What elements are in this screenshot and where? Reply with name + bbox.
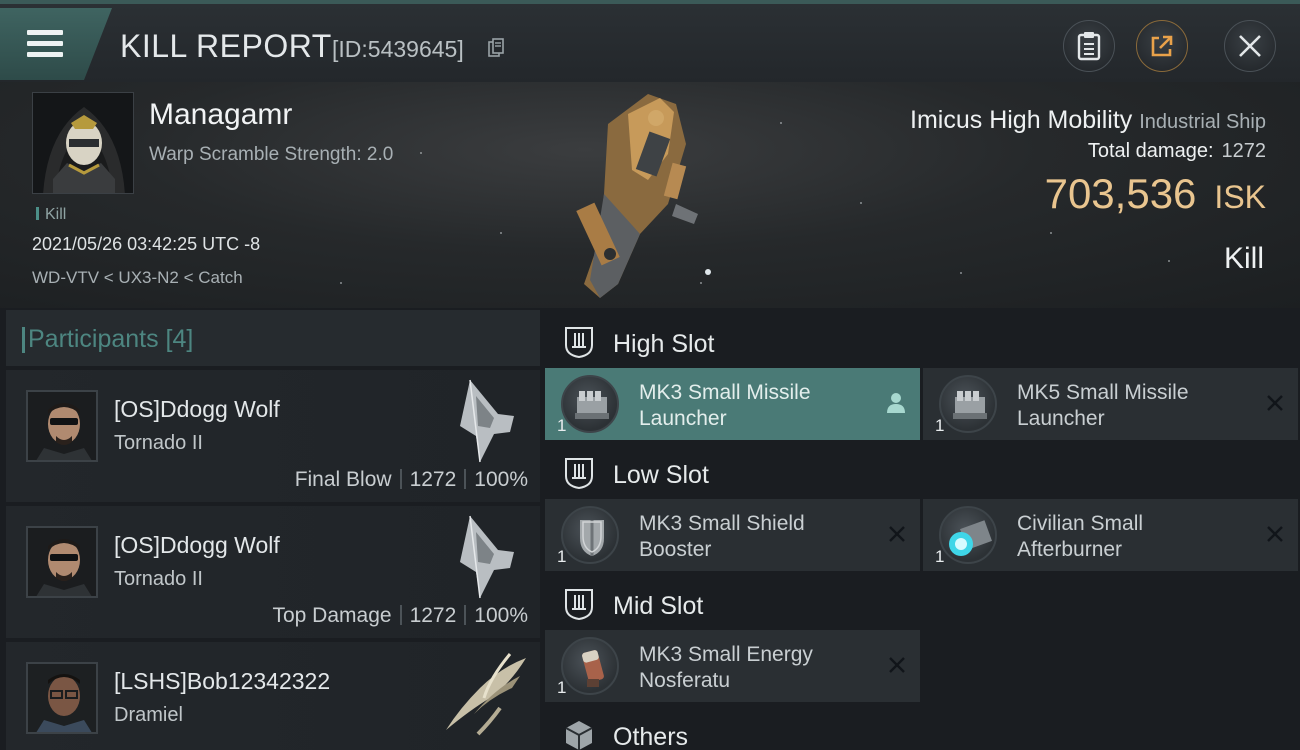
victim-avatar[interactable]	[32, 92, 134, 194]
copy-icon[interactable]	[488, 38, 504, 58]
missile-launcher-icon	[939, 375, 997, 433]
shield-slot-icon	[565, 589, 593, 621]
others-header: Others	[545, 709, 1300, 750]
participant-row[interactable]: [OS]Ddogg Wolf Tornado II Top Damage 1272…	[6, 506, 540, 638]
participant-damage: 1272	[409, 604, 457, 627]
isk-amount: 703,536	[1044, 170, 1197, 217]
mid-slot-header: Mid Slot	[545, 578, 1300, 628]
close-button[interactable]	[1224, 20, 1276, 72]
stat-divider	[464, 469, 467, 489]
participant-stats: Top Damage 1272 100%	[272, 604, 528, 628]
participant-avatar[interactable]	[26, 390, 98, 462]
warp-scramble-strength: Warp Scramble Strength: 2.0	[149, 144, 394, 165]
share-button[interactable]	[1136, 20, 1188, 72]
victim-name: Managamr	[149, 98, 293, 131]
high-slot-label: High Slot	[613, 330, 715, 358]
menu-button[interactable]	[0, 8, 112, 80]
ship-class: Industrial Ship	[1139, 111, 1266, 133]
participant-name: [OS]Ddogg Wolf	[114, 396, 280, 422]
module-quantity: 1	[557, 547, 567, 566]
module-name: MK3 Small Energy Nosferatu	[639, 643, 813, 692]
participant-percent: 100%	[474, 468, 528, 491]
participant-avatar[interactable]	[26, 662, 98, 734]
afterburner-icon	[939, 506, 997, 564]
module-quantity: 1	[935, 416, 945, 435]
victim-ship-name: Imicus High Mobility Industrial Ship	[910, 106, 1266, 135]
energy-nosferatu-icon	[561, 637, 619, 695]
others-label: Others	[613, 723, 689, 750]
close-icon	[1239, 35, 1261, 57]
participant-name: [LSHS]Bob12342322	[114, 668, 331, 694]
page-title: KILL REPORT	[120, 28, 332, 64]
participant-ship: Dramiel	[114, 704, 183, 726]
module-item[interactable]: 1 MK3 Small Shield Booster	[545, 499, 920, 571]
participants-header: Participants [4]	[6, 310, 540, 366]
total-damage-value: 1272	[1221, 140, 1267, 162]
module-name: MK5 Small Missile Launcher	[1017, 381, 1189, 430]
isk-unit: ISK	[1214, 179, 1266, 215]
kill-result: Kill	[1223, 242, 1264, 275]
kill-location: WD-VTV < UX3-N2 < Catch	[32, 268, 243, 287]
participant-row[interactable]: [OS]Ddogg Wolf Tornado II Final Blow 1272…	[6, 370, 540, 502]
report-id: [ID:5439645]	[332, 36, 464, 62]
high-slot-header: High Slot	[545, 316, 1300, 366]
cube-icon	[565, 721, 593, 750]
kill-datetime: 2021/05/26 03:42:25 UTC -8	[32, 234, 261, 254]
module-name: MK3 Small Missile Launcher	[639, 381, 811, 430]
stat-divider	[399, 469, 402, 489]
low-slot-header: Low Slot	[545, 447, 1300, 497]
participant-name: [OS]Ddogg Wolf	[114, 532, 280, 558]
victim-ship-render	[576, 94, 711, 298]
participant-ship: Tornado II	[114, 432, 203, 454]
module-item[interactable]: 1 MK3 Small Energy Nosferatu	[545, 630, 920, 702]
share-icon	[1151, 35, 1173, 57]
header-bar: KILL REPORT [ID:5439645]	[0, 0, 1300, 82]
participants-panel: Participants [4] [OS]Ddogg Wolf Tornado …	[6, 310, 540, 750]
remove-icon[interactable]	[1266, 525, 1284, 543]
module-item[interactable]: 1 Civilian Small Afterburner	[923, 499, 1298, 571]
remove-icon[interactable]	[1266, 394, 1284, 412]
missile-launcher-icon	[561, 375, 619, 433]
fitting-panel: High Slot 1 MK3 Small Missile Launcher 1…	[545, 310, 1300, 750]
remove-icon[interactable]	[888, 525, 906, 543]
remove-icon[interactable]	[888, 656, 906, 674]
person-icon	[887, 393, 905, 413]
shield-slot-icon	[565, 458, 593, 490]
participant-role: Final Blow	[294, 468, 392, 491]
shield-booster-icon	[561, 506, 619, 564]
total-damage: Total damage: 1272	[1088, 140, 1266, 163]
participant-percent: 100%	[474, 604, 528, 627]
kill-tag: Kill	[36, 206, 66, 224]
participant-ship: Tornado II	[114, 568, 203, 590]
module-quantity: 1	[935, 547, 945, 566]
participant-stats: Final Blow 1272 100%	[295, 468, 528, 492]
module-quantity: 1	[557, 678, 567, 697]
shield-slot-icon	[565, 327, 593, 359]
module-quantity: 1	[557, 416, 567, 435]
participant-ship-icon	[460, 379, 514, 463]
module-item[interactable]: 1 MK3 Small Missile Launcher	[545, 368, 920, 440]
participant-row[interactable]: [LSHS]Bob12342322 Dramiel	[6, 642, 540, 750]
module-item[interactable]: 1 MK5 Small Missile Launcher	[923, 368, 1298, 440]
module-name: Civilian Small Afterburner	[1017, 512, 1144, 561]
total-damage-label: Total damage:	[1087, 140, 1214, 162]
ship-type: Imicus High Mobility	[910, 106, 1133, 134]
victim-panel: Managamr Warp Scramble Strength: 2.0 Kil…	[0, 82, 1300, 308]
participant-ship-icon	[446, 653, 526, 736]
menu-icon	[27, 30, 63, 58]
participant-ship-icon	[460, 515, 514, 599]
stat-divider	[464, 605, 467, 625]
clipboard-icon	[1077, 32, 1101, 61]
clipboard-button[interactable]	[1063, 20, 1115, 72]
participant-role: Top Damage	[272, 604, 392, 627]
low-slot-label: Low Slot	[613, 461, 709, 489]
stat-divider	[399, 605, 402, 625]
module-name: MK3 Small Shield Booster	[639, 512, 805, 561]
participants-title: Participants [4]	[21, 325, 194, 353]
participant-avatar[interactable]	[26, 526, 98, 598]
participant-damage: 1272	[409, 468, 457, 491]
isk-value: 703,536 ISK	[1045, 170, 1266, 218]
mid-slot-label: Mid Slot	[613, 592, 704, 620]
